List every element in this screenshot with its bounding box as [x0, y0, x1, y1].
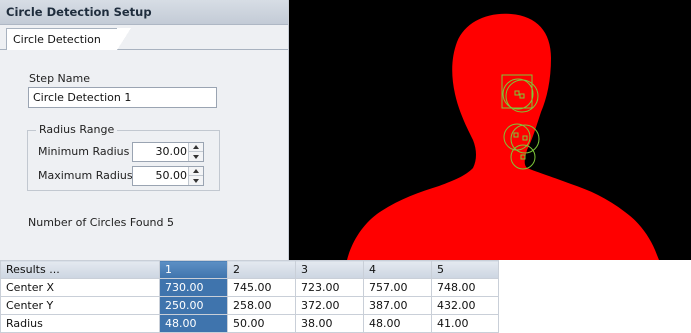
maximum-radius-spinbox[interactable]: 50.00: [132, 166, 204, 186]
results-header-row: Results ... 1 2 3 4 5: [0, 260, 499, 279]
results-header[interactable]: Results ...: [0, 260, 160, 279]
row-label-center-y: Center Y: [0, 296, 160, 315]
tab-content: Step Name Circle Detection 1 Radius Rang…: [0, 50, 288, 260]
panel-title: Circle Detection Setup: [0, 0, 288, 25]
table-cell[interactable]: 723.00: [295, 278, 364, 297]
table-cell[interactable]: 432.00: [431, 296, 499, 315]
minimum-radius-up-button[interactable]: [189, 143, 203, 152]
table-cell[interactable]: 258.00: [227, 296, 296, 315]
table-row[interactable]: Center Y 250.00 258.00 372.00 387.00 432…: [0, 296, 499, 315]
tab-circle-detection[interactable]: Circle Detection: [6, 28, 131, 50]
arrow-up-icon: [193, 169, 199, 173]
arrow-down-icon: [193, 178, 199, 183]
table-cell[interactable]: 748.00: [431, 278, 499, 297]
minimum-radius-down-button[interactable]: [189, 152, 203, 161]
table-row[interactable]: Radius 48.00 50.00 38.00 48.00 41.00: [0, 314, 499, 333]
step-name-label: Step Name: [29, 72, 90, 85]
table-cell[interactable]: 372.00: [295, 296, 364, 315]
maximum-radius-value: 50.00: [155, 169, 188, 182]
table-cell[interactable]: 730.00: [159, 278, 228, 297]
circles-found-value: 5: [167, 216, 174, 229]
maximum-radius-up-button[interactable]: [189, 167, 203, 176]
table-cell[interactable]: 38.00: [295, 314, 364, 333]
minimum-radius-label: Minimum Radius: [38, 145, 130, 158]
detection-image: [289, 0, 691, 261]
maximum-radius-down-button[interactable]: [189, 176, 203, 185]
table-cell[interactable]: 757.00: [363, 278, 432, 297]
column-header-3[interactable]: 3: [295, 260, 364, 279]
arrow-down-icon: [193, 154, 199, 159]
maximum-radius-stepper: [188, 167, 203, 185]
tab-bar: Circle Detection: [0, 25, 288, 50]
table-cell[interactable]: 250.00: [159, 296, 228, 315]
table-cell[interactable]: 745.00: [227, 278, 296, 297]
column-header-4[interactable]: 4: [363, 260, 432, 279]
results-table: Results ... 1 2 3 4 5 Center X 730.00 74…: [0, 260, 499, 333]
radius-range-title: Radius Range: [36, 123, 118, 136]
circles-found-label: Number of Circles Found :: [28, 216, 171, 229]
table-cell[interactable]: 41.00: [431, 314, 499, 333]
minimum-radius-stepper: [188, 143, 203, 161]
table-row[interactable]: Center X 730.00 745.00 723.00 757.00 748…: [0, 278, 499, 297]
column-header-5[interactable]: 5: [431, 260, 499, 279]
row-label-radius: Radius: [0, 314, 160, 333]
row-label-center-x: Center X: [0, 278, 160, 297]
table-cell[interactable]: 48.00: [159, 314, 228, 333]
table-cell[interactable]: 48.00: [363, 314, 432, 333]
table-cell[interactable]: 50.00: [227, 314, 296, 333]
step-name-input[interactable]: Circle Detection 1: [28, 87, 217, 108]
minimum-radius-spinbox[interactable]: 30.00: [132, 142, 204, 162]
column-header-2[interactable]: 2: [227, 260, 296, 279]
minimum-radius-value: 30.00: [155, 145, 188, 158]
image-view: [289, 0, 691, 261]
radius-range-group: Radius Range Minimum Radius 30.00 Maximu…: [27, 123, 220, 191]
maximum-radius-label: Maximum Radius: [38, 169, 133, 182]
column-header-1[interactable]: 1: [159, 260, 228, 279]
arrow-up-icon: [193, 145, 199, 149]
circle-detection-setup-panel: Circle Detection Setup Circle Detection …: [0, 0, 289, 260]
table-cell[interactable]: 387.00: [363, 296, 432, 315]
